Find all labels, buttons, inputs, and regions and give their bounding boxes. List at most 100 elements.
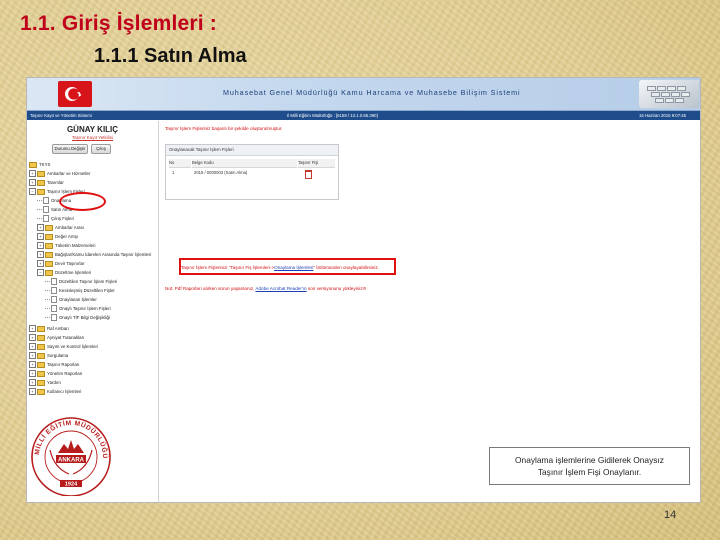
- folder-icon: [45, 224, 53, 231]
- slide-subtitle: 1.1.1 Satın Alma: [94, 45, 247, 67]
- pdf-note: Not: Pdf Raporları alırken sorun yaşarsa…: [165, 286, 367, 291]
- tree-item[interactable]: + Bağışlar/Kamu İdareleri Arasında Taşını…: [37, 251, 151, 259]
- tree-item[interactable]: + Sorgulama: [29, 352, 68, 360]
- folder-icon: [37, 343, 45, 350]
- tree-item[interactable]: + Raf Ambarı: [29, 325, 69, 333]
- user-role-link[interactable]: Taşınır Kayıt Yetkilisi: [27, 135, 158, 140]
- folder-icon: [29, 161, 37, 168]
- ministry-seal-logo: MİLLİ EĞİTİM MÜDÜRLÜĞÜ ANKARA 1924: [31, 417, 111, 496]
- folder-icon: [45, 260, 53, 267]
- expand-icon: +: [29, 170, 36, 178]
- turkish-flag-icon: [58, 81, 92, 107]
- svg-text:1924: 1924: [65, 482, 78, 488]
- folder-icon: [37, 179, 45, 186]
- tree-item[interactable]: + Tüketim Malzemeleri: [37, 242, 96, 250]
- app-screenshot: Muhasebat Genel Müdürlüğü Kamu Harcama v…: [26, 77, 701, 503]
- app-title: Muhasebat Genel Müdürlüğü Kamu Harcama v…: [223, 88, 521, 97]
- logout-button[interactable]: Çıkış: [91, 144, 111, 154]
- status-datetime: 15 Haziran 2015 9:07:45: [639, 113, 687, 118]
- tree-item[interactable]: + Yardım: [29, 379, 61, 387]
- folder-icon: [37, 361, 45, 368]
- tree-item[interactable]: + Değer Artışı: [37, 233, 78, 241]
- slide-title: 1.1. Giriş İşlemleri :: [20, 12, 217, 35]
- document-icon: [51, 314, 57, 322]
- approval-hint: Taşınır İşlem Fişlerinizi "Taşınır Fiş İ…: [181, 265, 379, 270]
- tree-item[interactable]: + Ambarlar Arası: [37, 224, 84, 232]
- folder-icon: [45, 242, 53, 249]
- tree-item-root[interactable]: TKYS: [29, 161, 50, 169]
- instruction-callout: Onaylama işlemlerine Gidilerek Onaysız T…: [489, 447, 690, 485]
- document-icon: [43, 206, 49, 214]
- folder-icon: [37, 170, 45, 177]
- collapse-icon: −: [29, 188, 36, 196]
- column-header-pdf: Taşınır Fişi: [298, 159, 335, 168]
- folder-icon: [37, 325, 45, 332]
- approval-link[interactable]: Onaylama İşlemleri: [274, 265, 313, 270]
- expand-icon: +: [37, 260, 44, 268]
- tree-item[interactable]: − Düzeltme İşlemleri: [37, 269, 91, 277]
- expand-icon: +: [29, 343, 36, 351]
- folder-icon: [37, 379, 45, 386]
- expand-icon: +: [29, 179, 36, 187]
- column-header-code: Belge Kodu: [192, 159, 297, 168]
- folder-icon: [37, 388, 45, 395]
- document-icon: [51, 305, 57, 313]
- expand-icon: +: [29, 325, 36, 333]
- pdf-icon[interactable]: [305, 170, 312, 179]
- document-icon: [51, 296, 57, 304]
- collapse-icon: −: [37, 269, 44, 277]
- folder-icon: [37, 370, 45, 377]
- folder-icon: [37, 188, 45, 195]
- tree-item[interactable]: Onaylı Taşınır İşlem Fişleri: [45, 305, 111, 313]
- status-unit: Il Milli Eğitim Müdürlüğü : [6158 / 13.1…: [287, 113, 378, 118]
- expand-icon: +: [29, 370, 36, 378]
- tree-item[interactable]: Kesinleşmiş Düzeltilen Fişler: [45, 287, 115, 295]
- tree-item[interactable]: Düzeltilen Taşınır İşlem Fişleri: [45, 278, 117, 286]
- user-name: GÜNAY KILIÇ: [66, 125, 119, 134]
- row-document-code[interactable]: 2015 / 0000003 (Satın Alma): [194, 168, 247, 177]
- folder-icon: [45, 251, 53, 258]
- folder-icon: [45, 233, 53, 240]
- tree-item[interactable]: + Yönetim Raporları: [29, 370, 82, 378]
- tree-item[interactable]: Onaylanan İşlemler: [45, 296, 97, 304]
- pending-slips-panel: Onaylanacak Taşınır İşlem Fişleri No Bel…: [165, 144, 339, 200]
- keyboard-icon: [639, 80, 699, 108]
- panel-header: Onaylanacak Taşınır İşlem Fişleri: [166, 145, 338, 156]
- expand-icon: +: [37, 233, 44, 241]
- document-icon: [43, 197, 49, 205]
- success-message: Taşınır İşlem Fişleriniz başarılı bir şe…: [165, 126, 283, 131]
- expand-icon: +: [29, 361, 36, 369]
- callout-line-2: Taşınır İşlem Fişi Onaylanır.: [537, 467, 642, 477]
- document-icon: [43, 215, 49, 223]
- tree-item[interactable]: Çıkış Fişleri: [37, 215, 74, 223]
- expand-icon: +: [37, 242, 44, 250]
- tree-item[interactable]: + Devir Taşınırlar: [37, 260, 84, 268]
- expand-icon: +: [29, 334, 36, 342]
- document-icon: [51, 278, 57, 286]
- highlight-oval: [59, 192, 106, 211]
- main-content: Taşınır İşlem Fişleriniz başarılı bir şe…: [159, 121, 700, 502]
- tree-item[interactable]: + Taşınır Raporları: [29, 361, 79, 369]
- status-bar: Taşınır Kayıt ve Yönetim Sistemi Il Mill…: [27, 111, 700, 120]
- tree-item[interactable]: + Tanımlar: [29, 179, 64, 187]
- callout-line-1: Onaylama işlemlerine Gidilerek Onaysız: [515, 455, 664, 465]
- adobe-link[interactable]: Adobe Acrobat Reader'ın: [255, 286, 306, 291]
- expand-icon: +: [29, 388, 36, 396]
- folder-icon: [37, 334, 45, 341]
- change-status-button[interactable]: Durumu Değiştir: [52, 144, 88, 154]
- tree-item[interactable]: + Kullanıcı İşlemleri: [29, 388, 81, 396]
- expand-icon: +: [37, 251, 44, 259]
- tree-item[interactable]: + Ambarlar ve Hizmetler: [29, 170, 90, 178]
- page-number: 14: [664, 509, 677, 521]
- status-system-name: Taşınır Kayıt ve Yönetim Sistemi: [30, 113, 92, 118]
- tree-item[interactable]: + Sayım ve Kontrol İşlemleri: [29, 343, 98, 351]
- document-icon: [51, 287, 57, 295]
- expand-icon: +: [37, 224, 44, 232]
- folder-icon: [45, 269, 53, 276]
- expand-icon: +: [29, 379, 36, 387]
- app-header: Muhasebat Genel Müdürlüğü Kamu Harcama v…: [27, 78, 700, 111]
- tree-item[interactable]: Onaylı TİF Bilgi Değişikliği: [45, 314, 110, 322]
- folder-icon: [37, 352, 45, 359]
- tree-item[interactable]: + Ayniyat Tutanakları: [29, 334, 84, 342]
- column-header-no: No: [169, 159, 191, 168]
